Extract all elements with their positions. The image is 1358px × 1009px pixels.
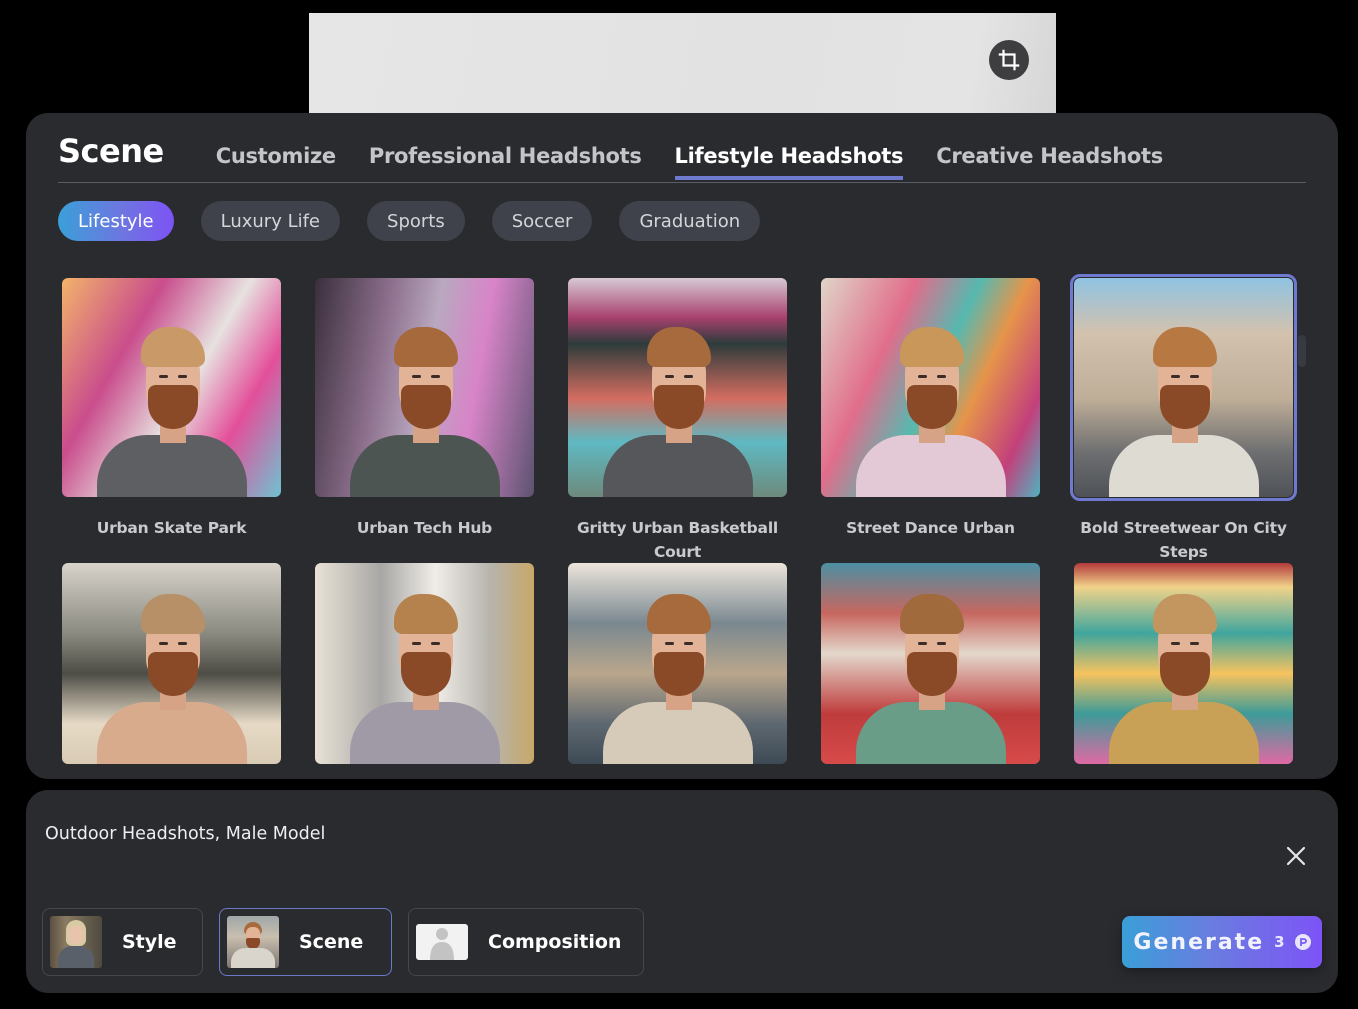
scene-thumbnail xyxy=(227,916,279,968)
scene-thumbnail xyxy=(315,563,534,764)
scene-card[interactable] xyxy=(315,563,534,764)
tab-customize[interactable]: Customize xyxy=(216,144,336,182)
scene-thumbnail xyxy=(62,563,281,764)
style-option-label: Style xyxy=(122,931,177,953)
image-preview xyxy=(309,13,1056,113)
model-figure xyxy=(349,307,500,497)
scene-card[interactable]: Street Dance Urban xyxy=(821,278,1040,540)
scene-card[interactable]: Urban Skate Park xyxy=(62,278,281,540)
chip-soccer[interactable]: Soccer xyxy=(491,201,593,241)
tab-creative-headshots[interactable]: Creative Headshots xyxy=(936,144,1163,182)
credit-cost: 3 xyxy=(1274,933,1285,951)
scene-option[interactable]: Scene xyxy=(219,908,392,976)
scene-thumbnail xyxy=(568,563,787,764)
composition-option[interactable]: Composition xyxy=(408,908,644,976)
scene-thumbnail xyxy=(821,278,1040,497)
prompt-text[interactable]: Outdoor Headshots, Male Model xyxy=(45,824,325,844)
scene-card[interactable]: Gritty Urban Basketball Court xyxy=(568,278,787,564)
model-figure xyxy=(1108,574,1259,764)
model-figure xyxy=(855,307,1006,497)
scene-thumbnail xyxy=(315,278,534,497)
model-figure xyxy=(855,574,1006,764)
scene-tabs: Scene Customize Professional Headshots L… xyxy=(58,113,1306,183)
scene-thumbnail xyxy=(1070,274,1297,501)
scene-card[interactable] xyxy=(62,563,281,764)
scene-caption: Gritty Urban Basketball Court xyxy=(576,519,779,561)
category-chips: Lifestyle Luxury Life Sports Soccer Grad… xyxy=(58,201,761,241)
scene-option-label: Scene xyxy=(299,931,364,953)
chip-lifestyle[interactable]: Lifestyle xyxy=(58,201,174,241)
style-thumbnail xyxy=(50,916,102,968)
scene-card[interactable]: Urban Tech Hub xyxy=(315,278,534,540)
composition-option-label: Composition xyxy=(488,931,622,953)
tab-lifestyle-headshots[interactable]: Lifestyle Headshots xyxy=(674,144,904,182)
composition-thumbnail xyxy=(416,924,468,960)
generate-button[interactable]: Generate 3 xyxy=(1122,916,1322,968)
person-silhouette-icon xyxy=(430,928,454,960)
style-option[interactable]: Style xyxy=(42,908,203,976)
scene-card[interactable] xyxy=(821,563,1040,764)
tab-professional-headshots[interactable]: Professional Headshots xyxy=(369,144,642,182)
scene-thumbnail xyxy=(62,278,281,497)
close-icon xyxy=(1286,846,1306,866)
model-figure xyxy=(602,307,753,497)
generate-label: Generate xyxy=(1133,929,1265,955)
prompt-panel: Outdoor Headshots, Male Model Style Scen… xyxy=(26,790,1338,993)
scene-caption: Bold Streetwear On City Steps xyxy=(1080,519,1287,561)
crop-button[interactable] xyxy=(989,40,1029,80)
scene-panel: Scene Customize Professional Headshots L… xyxy=(26,113,1338,779)
scene-caption: Urban Skate Park xyxy=(96,519,247,537)
model-figure xyxy=(96,574,247,764)
scene-caption: Urban Tech Hub xyxy=(356,519,493,537)
scene-caption: Street Dance Urban xyxy=(846,519,1015,537)
chip-graduation[interactable]: Graduation xyxy=(619,201,761,241)
scene-card[interactable]: Bold Streetwear On City Steps xyxy=(1070,274,1297,564)
panel-title: Scene xyxy=(58,132,164,170)
credit-coin-icon xyxy=(1294,934,1311,950)
model-figure xyxy=(349,574,500,764)
scene-thumbnail xyxy=(568,278,787,497)
scene-card[interactable] xyxy=(1074,563,1293,764)
scene-card[interactable] xyxy=(568,563,787,764)
scene-thumbnail xyxy=(821,563,1040,764)
model-figure xyxy=(96,307,247,497)
model-figure xyxy=(602,574,753,764)
chip-sports[interactable]: Sports xyxy=(367,201,465,241)
scene-thumbnail xyxy=(1074,563,1293,764)
model-figure xyxy=(1108,307,1259,497)
chip-luxury-life[interactable]: Luxury Life xyxy=(200,201,341,241)
close-button[interactable] xyxy=(1284,844,1308,868)
grid-scrollbar[interactable] xyxy=(1298,335,1306,367)
crop-icon xyxy=(998,49,1020,71)
